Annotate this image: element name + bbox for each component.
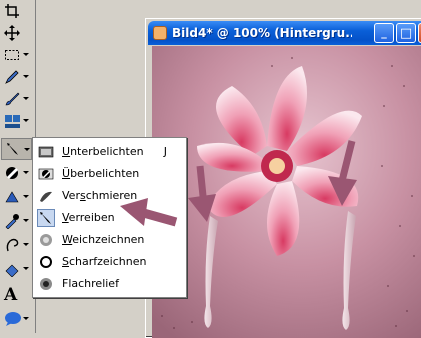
eyedropper-tool[interactable]	[1, 210, 32, 232]
menu-item-weichzeichnen[interactable]: Weichzeichnen	[35, 229, 185, 250]
menu-item-shortcut: J	[163, 145, 167, 158]
flyout-arrow-icon	[23, 219, 29, 222]
maximize-icon: □	[399, 25, 413, 41]
tool-palette: A	[0, 0, 36, 333]
brush-tool[interactable]	[1, 88, 32, 110]
stamp-tool[interactable]	[1, 110, 32, 132]
underexpose-icon	[37, 143, 55, 161]
flyout-arrow-icon	[24, 148, 30, 151]
menu-item-label: Weichzeichnen	[62, 233, 145, 246]
lasso-icon	[6, 238, 19, 252]
speech-bubble-icon	[5, 312, 21, 326]
flyout-arrow-icon	[23, 75, 29, 78]
eraser-tool[interactable]	[1, 258, 32, 280]
maximize-button[interactable]: □	[396, 23, 416, 43]
image-canvas[interactable]	[152, 46, 421, 338]
eyedropper-icon	[5, 214, 19, 229]
stamp-icon	[5, 115, 20, 128]
shape-tool[interactable]	[1, 308, 32, 330]
blur-icon	[37, 231, 55, 249]
flyout-arrow-icon	[23, 119, 29, 122]
overexpose-icon	[37, 165, 55, 183]
document-icon	[153, 26, 167, 40]
brush-icon	[5, 92, 20, 106]
menu-item-label: Unterbelichten	[62, 145, 144, 158]
sponge-icon	[5, 191, 19, 203]
smudge-icon	[7, 143, 18, 155]
menu-item-label: Überbelichten	[62, 167, 140, 180]
dodge-icon	[6, 167, 18, 179]
menu-item-label: Flachrelief	[62, 277, 119, 290]
crop-icon	[5, 4, 19, 18]
flyout-arrow-icon	[23, 243, 29, 246]
flyout-arrow-icon	[23, 267, 29, 270]
pencil-tool[interactable]	[1, 66, 32, 88]
menu-item-ueberbelichten[interactable]: Überbelichten	[35, 163, 185, 184]
smear-icon	[37, 187, 55, 205]
annotation-arrow-icon	[120, 198, 178, 227]
marquee-icon	[5, 50, 19, 60]
move-tool[interactable]	[1, 22, 32, 44]
move-icon	[4, 25, 20, 41]
lasso-tool[interactable]	[1, 234, 32, 256]
text-tool[interactable]: A	[1, 284, 32, 306]
marquee-tool[interactable]	[1, 44, 32, 66]
menu-item-flachrelief[interactable]: Flachrelief	[35, 273, 185, 294]
smudge-tool[interactable]	[1, 138, 32, 160]
flyout-arrow-icon	[23, 171, 29, 174]
flyout-arrow-icon	[23, 317, 29, 320]
title-bar[interactable]: Bild4* @ 100% (Hintergru... _ □ ✕	[148, 21, 421, 45]
minimize-icon: _	[381, 26, 387, 39]
menu-item-scharfzeichnen[interactable]: Scharfzeichnen	[35, 251, 185, 272]
flyout-arrow-icon	[23, 195, 29, 198]
menu-item-label: Scharfzeichnen	[62, 255, 147, 268]
window-title: Bild4* @ 100% (Hintergru...	[172, 26, 352, 40]
eraser-icon	[5, 264, 19, 277]
menu-item-label: Verreiben	[62, 211, 115, 224]
sharpen-icon	[37, 253, 55, 271]
smudge-finger-icon	[37, 208, 55, 227]
pencil-icon	[5, 70, 19, 84]
text-icon: A	[4, 285, 18, 305]
dodge-tool[interactable]	[1, 162, 32, 184]
minimize-button[interactable]: _	[374, 23, 394, 43]
sponge-tool[interactable]	[1, 186, 32, 208]
crop-tool[interactable]	[1, 0, 32, 22]
emboss-icon	[37, 275, 55, 293]
flyout-arrow-icon	[23, 97, 29, 100]
flyout-arrow-icon	[23, 53, 29, 56]
menu-item-unterbelichten[interactable]: Unterbelichten J	[35, 141, 185, 162]
flower-artwork	[152, 46, 421, 338]
